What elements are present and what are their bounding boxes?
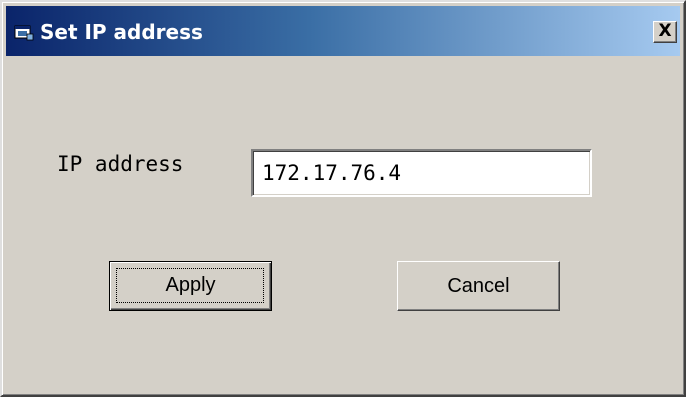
close-icon: X bbox=[658, 21, 672, 41]
cancel-button-label: Cancel bbox=[447, 275, 510, 297]
cancel-button[interactable]: Cancel bbox=[397, 261, 560, 311]
app-window-icon bbox=[14, 25, 34, 41]
set-ip-dialog: Set IP address X IP address Apply Cancel bbox=[0, 0, 686, 397]
ip-address-label: IP address bbox=[57, 152, 184, 176]
ip-address-input[interactable] bbox=[251, 149, 592, 197]
window-title: Set IP address bbox=[40, 20, 203, 44]
apply-button[interactable]: Apply bbox=[109, 261, 272, 311]
close-button[interactable]: X bbox=[653, 21, 677, 43]
title-bar[interactable]: Set IP address X bbox=[6, 6, 680, 56]
apply-button-label: Apply bbox=[165, 274, 216, 296]
